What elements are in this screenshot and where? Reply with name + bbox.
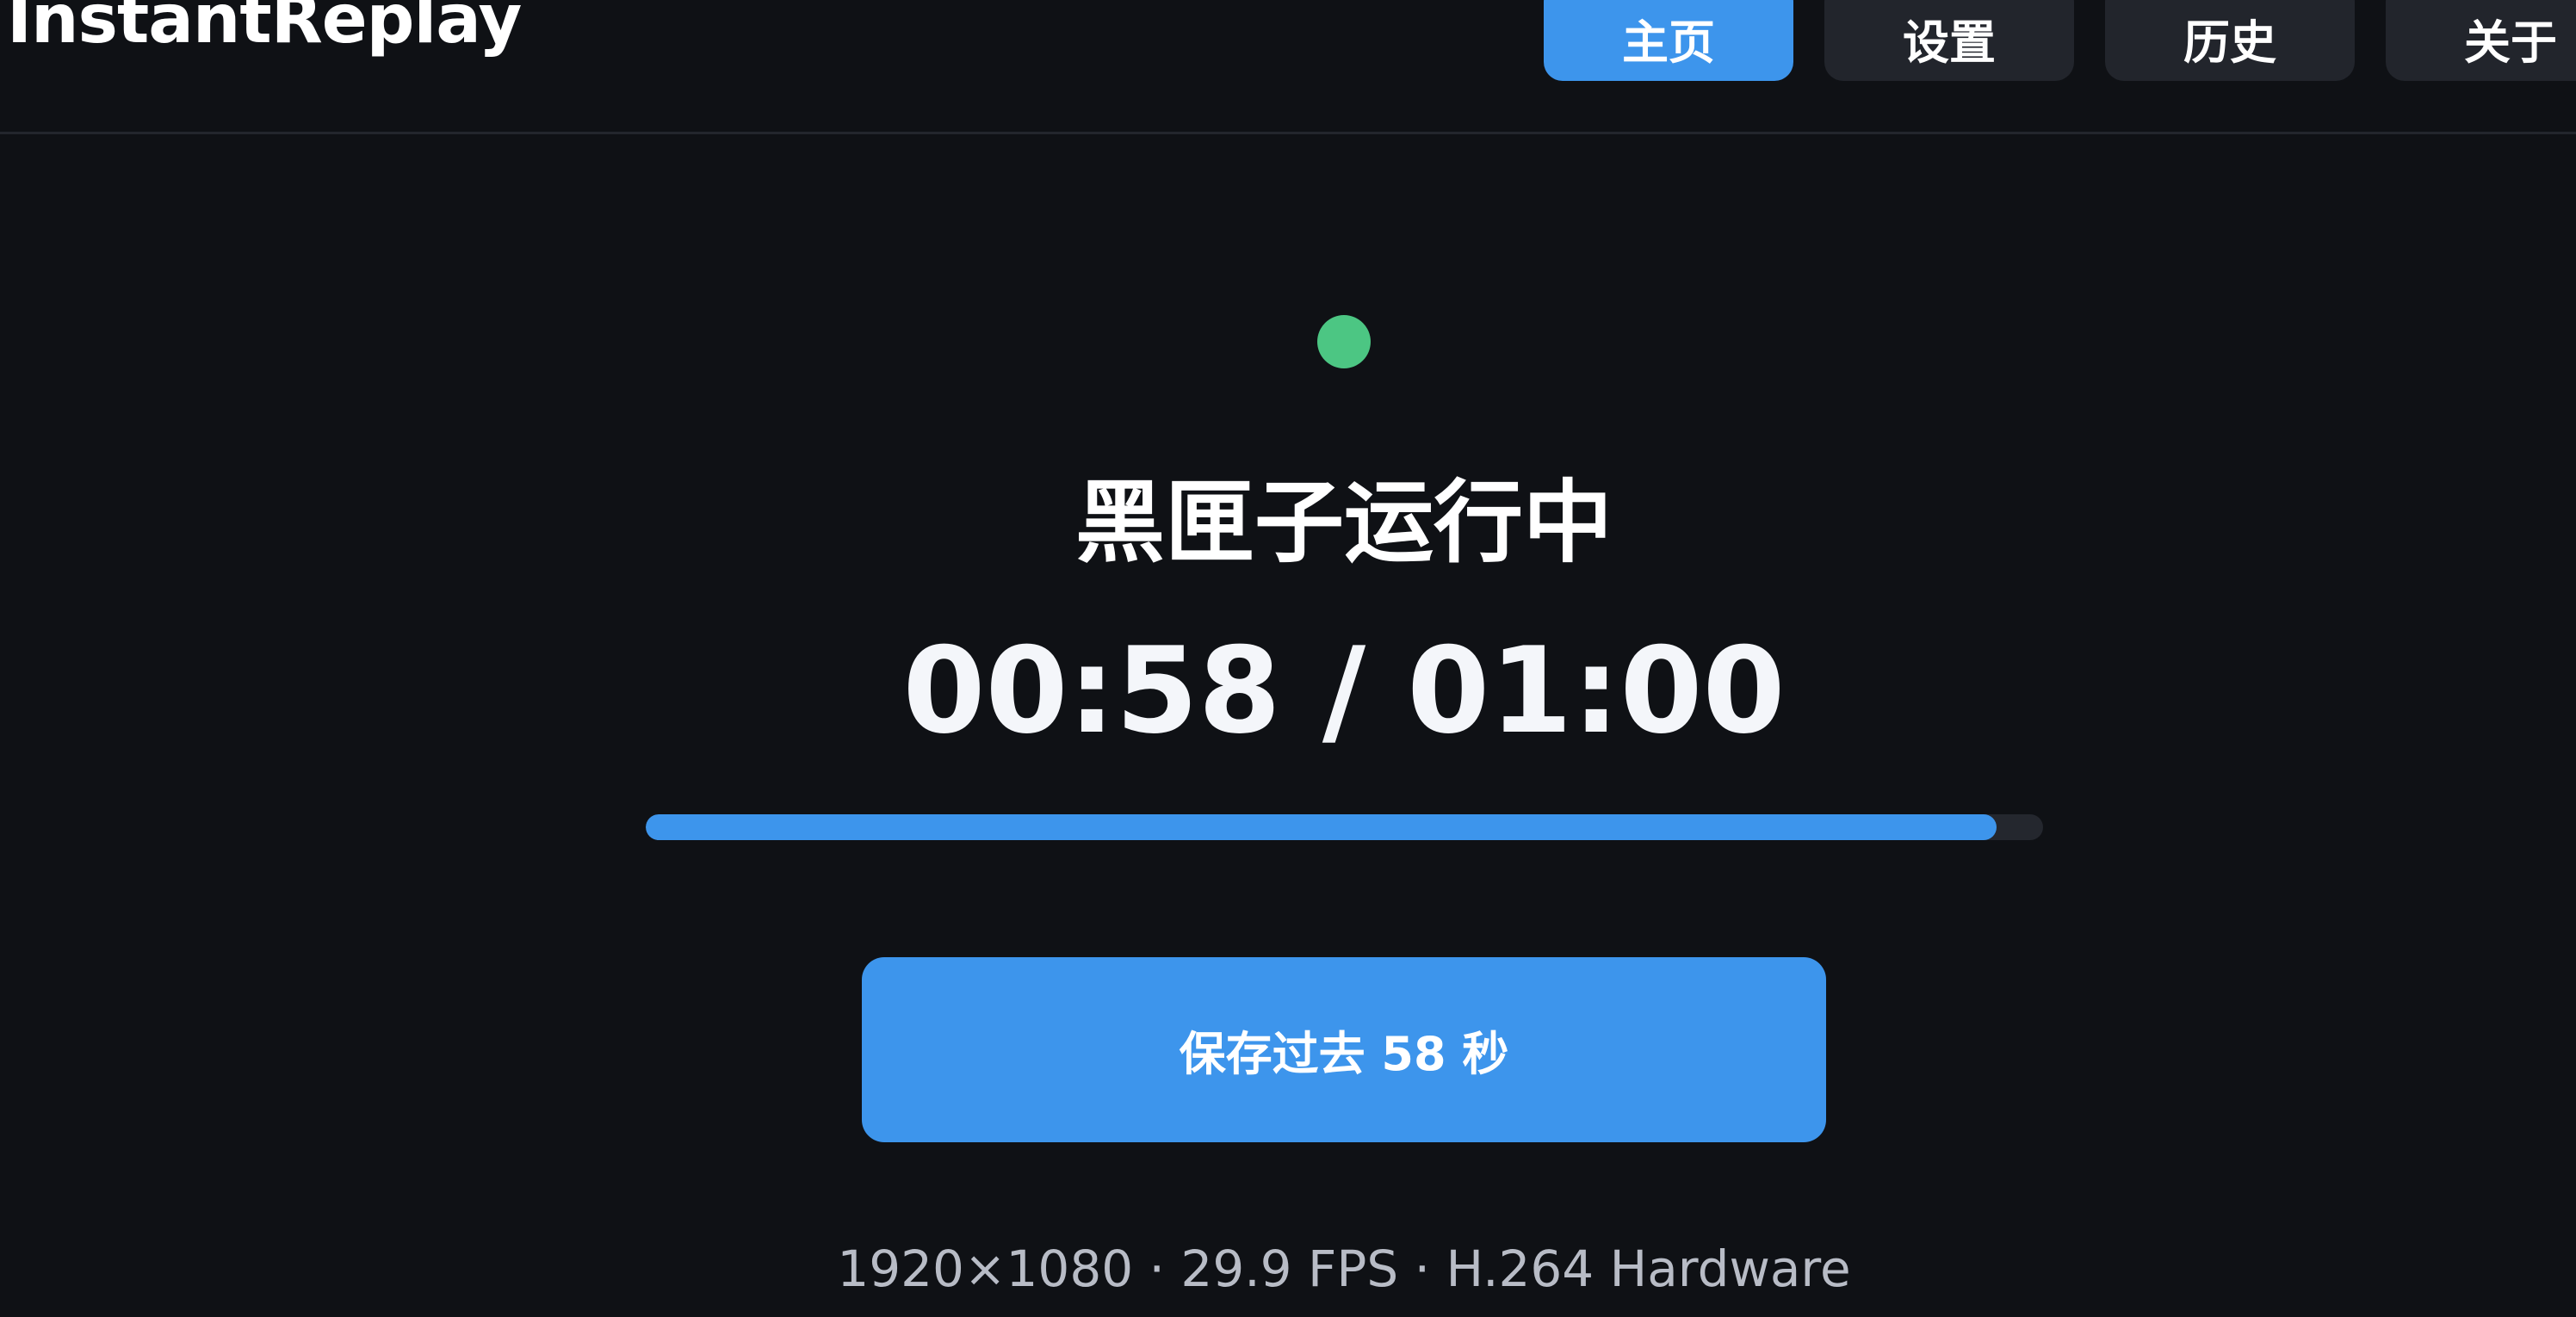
status-dot-icon xyxy=(1317,315,1371,368)
tab-about[interactable]: 关于 xyxy=(2386,0,2576,81)
buffer-progress-fill xyxy=(646,814,1997,840)
app-title: InstantReplay xyxy=(7,0,522,59)
navigation-tabs: 主页 设置 历史 关于 xyxy=(1544,0,2576,81)
instant-replay-window: InstantReplay 主页 设置 历史 关于 黑匣子运行中 00:58 /… xyxy=(0,0,2576,1317)
tab-settings[interactable]: 设置 xyxy=(1824,0,2074,81)
save-replay-button[interactable]: 保存过去 58 秒 xyxy=(862,957,1826,1142)
stream-info-text: 1920×1080 · 29.9 FPS · H.264 Hardware xyxy=(837,1240,1851,1298)
buffer-timer: 00:58 / 01:00 xyxy=(902,621,1786,760)
header-bar: InstantReplay 主页 设置 历史 关于 xyxy=(0,0,2576,134)
tab-history[interactable]: 历史 xyxy=(2105,0,2355,81)
tab-home[interactable]: 主页 xyxy=(1544,0,1793,81)
buffer-progress-bar xyxy=(646,814,2043,840)
recording-status-text: 黑匣子运行中 xyxy=(1074,470,1613,575)
